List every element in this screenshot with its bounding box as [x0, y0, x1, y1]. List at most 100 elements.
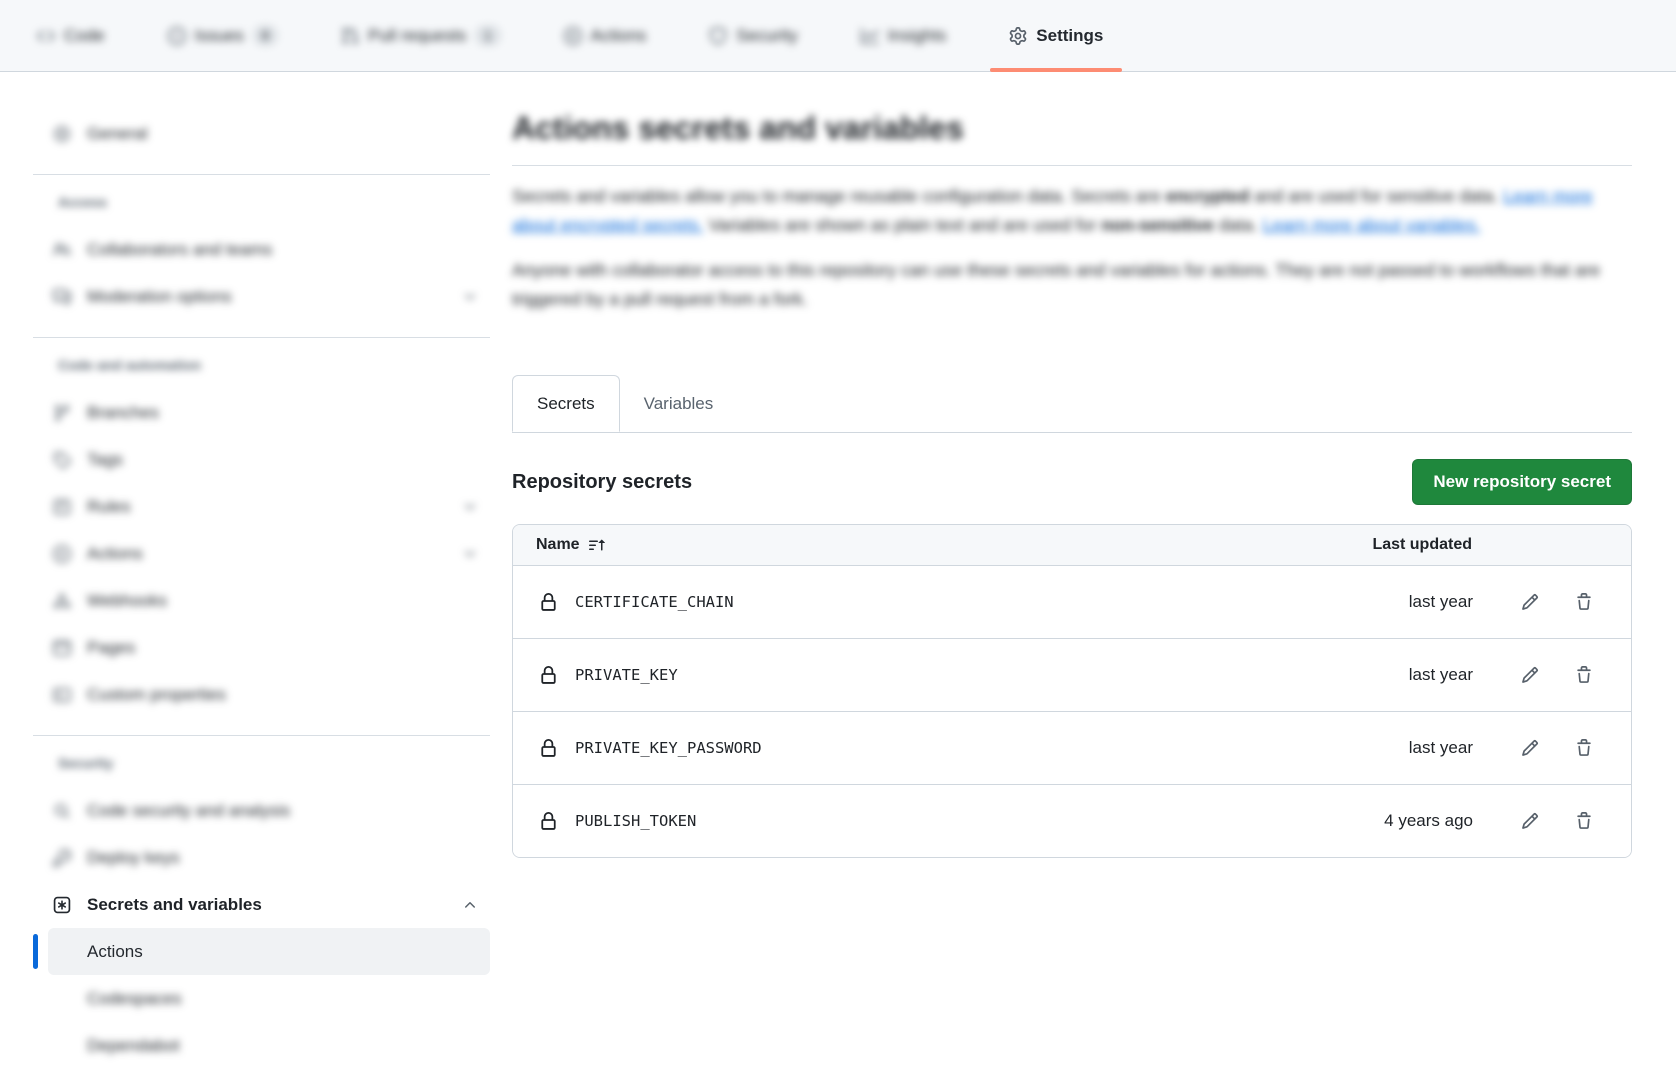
tab-actions[interactable]: Actions [549, 0, 662, 71]
sidebar-item-code-security[interactable]: Code security and analysis [33, 787, 490, 834]
book-icon [53, 498, 71, 516]
selected-indicator-bar [33, 934, 38, 969]
secret-row: PRIVATE_KEY_PASSWORD last year [513, 711, 1631, 784]
secret-name: PRIVATE_KEY [575, 666, 678, 684]
sidebar-section-security: Security [33, 752, 490, 774]
sidebar-item-webhooks[interactable]: Webhooks [33, 577, 490, 624]
chevron-up-icon [462, 897, 478, 913]
sidebar-item-label: Rules [87, 497, 130, 517]
tab-insights[interactable]: Insights [846, 0, 962, 71]
sidebar-section-code-and-automation: Code and automation [33, 354, 490, 376]
sidebar-item-custom-properties[interactable]: Custom properties [33, 671, 490, 718]
description-paragraph-2: Anyone with collaborator access to this … [512, 256, 1632, 314]
tab-security[interactable]: Security [694, 0, 812, 71]
secret-name: PUBLISH_TOKEN [575, 812, 696, 830]
tab-issues[interactable]: Issues 8 [153, 0, 293, 71]
edit-secret-button[interactable] [1521, 593, 1539, 611]
edit-secret-button[interactable] [1521, 666, 1539, 684]
sidebar-item-secrets-and-variables[interactable]: Secrets and variables [33, 881, 490, 928]
issue-opened-icon [168, 27, 186, 45]
sidebar-item-label: Pages [87, 638, 135, 658]
pull-requests-count-badge: 1 [475, 25, 500, 46]
sidebar-item-label: Webhooks [87, 591, 167, 611]
shield-icon [709, 27, 727, 45]
play-circle-icon [53, 545, 71, 563]
sidebar-subitem-label: Actions [87, 942, 143, 962]
repository-secrets-header-row: Repository secrets New repository secret [512, 459, 1632, 505]
tab-insights-label: Insights [888, 26, 947, 46]
codescan-icon [53, 802, 71, 820]
settings-sidebar: General Access Collaborators and teams M… [33, 96, 490, 1074]
sidebar-item-label: Tags [87, 450, 123, 470]
secret-last-updated: last year [1409, 592, 1473, 612]
edit-secret-button[interactable] [1521, 739, 1539, 757]
sidebar-item-collaborators[interactable]: Collaborators and teams [33, 226, 490, 273]
sidebar-subitem-label: Dependabot [87, 1036, 180, 1056]
sidebar-divider [33, 174, 490, 175]
description-text: and are used for sensitive data. [1249, 186, 1503, 206]
sidebar-item-actions[interactable]: Actions [33, 530, 490, 577]
lock-icon [539, 593, 558, 612]
sidebar-subitem-codespaces[interactable]: Codespaces [48, 975, 490, 1022]
page-title: Actions secrets and variables [512, 110, 1632, 147]
sidebar-subitem-actions[interactable]: Actions [48, 928, 490, 975]
delete-secret-button[interactable] [1575, 739, 1593, 757]
settings-content: Actions secrets and variables Secrets an… [512, 96, 1632, 858]
column-header-name-sort[interactable]: Name [536, 536, 605, 554]
tab-settings[interactable]: Settings [994, 0, 1118, 71]
tab-variables[interactable]: Variables [620, 375, 738, 432]
browser-icon [53, 639, 71, 657]
secret-row: PUBLISH_TOKEN 4 years ago [513, 784, 1631, 857]
secrets-variables-tabs: Secrets Variables [512, 375, 1632, 433]
gear-icon [53, 125, 71, 143]
sidebar-item-branches[interactable]: Branches [33, 389, 490, 436]
edit-secret-button[interactable] [1521, 812, 1539, 830]
tab-pull-requests[interactable]: Pull requests 1 [326, 0, 516, 71]
delete-secret-button[interactable] [1575, 812, 1593, 830]
secret-name: CERTIFICATE_CHAIN [575, 593, 734, 611]
repo-tab-nav: Code Issues 8 Pull requests 1 Actions Se… [0, 0, 1676, 72]
graph-icon [861, 27, 879, 45]
active-tab-underline [990, 68, 1122, 72]
description-text: Secrets and variables allow you to manag… [512, 186, 1166, 206]
secrets-table-header: Name Last updated [513, 525, 1631, 565]
sidebar-item-label: Deploy keys [87, 848, 180, 868]
sidebar-item-label: Secrets and variables [87, 895, 262, 915]
issues-count-badge: 8 [253, 25, 278, 46]
learn-more-variables-link[interactable]: Learn more about variables. [1263, 215, 1481, 235]
sidebar-item-label: Moderation options [87, 287, 232, 307]
sidebar-item-general[interactable]: General [33, 110, 490, 157]
sidebar-item-deploy-keys[interactable]: Deploy keys [33, 834, 490, 881]
sidebar-item-pages[interactable]: Pages [33, 624, 490, 671]
description-text: data. [1214, 215, 1263, 235]
tab-code[interactable]: Code [22, 0, 120, 71]
sidebar-item-label: Custom properties [87, 685, 226, 705]
description-bold-encrypted: encrypted [1166, 186, 1250, 206]
id-badge-icon [53, 686, 71, 704]
column-header-last-updated: Last updated [1372, 536, 1472, 554]
git-branch-icon [53, 404, 71, 422]
sort-ascending-icon [589, 537, 605, 553]
sidebar-subitem-label: Codespaces [87, 989, 182, 1009]
tab-actions-label: Actions [591, 26, 647, 46]
sidebar-item-tags[interactable]: Tags [33, 436, 490, 483]
sidebar-item-moderation-options[interactable]: Moderation options [33, 273, 490, 320]
description-text: Variables are shown as plain text and ar… [704, 215, 1102, 235]
description-paragraph-1: Secrets and variables allow you to manag… [512, 182, 1632, 240]
sidebar-subitem-dependabot[interactable]: Dependabot [48, 1022, 490, 1069]
tab-issues-label: Issues [195, 26, 244, 46]
delete-secret-button[interactable] [1575, 666, 1593, 684]
new-repository-secret-button[interactable]: New repository secret [1412, 459, 1632, 505]
tab-secrets[interactable]: Secrets [512, 375, 620, 432]
sidebar-item-rules[interactable]: Rules [33, 483, 490, 530]
secret-last-updated: last year [1409, 665, 1473, 685]
sidebar-item-label: Branches [87, 403, 159, 423]
delete-secret-button[interactable] [1575, 593, 1593, 611]
asterisk-box-icon [53, 896, 71, 914]
tab-security-label: Security [736, 26, 797, 46]
gear-icon [1009, 27, 1027, 45]
tab-code-label: Code [64, 26, 105, 46]
pull-request-icon [341, 27, 359, 45]
sidebar-item-label: Collaborators and teams [87, 240, 272, 260]
sidebar-item-label: Code security and analysis [87, 801, 290, 821]
